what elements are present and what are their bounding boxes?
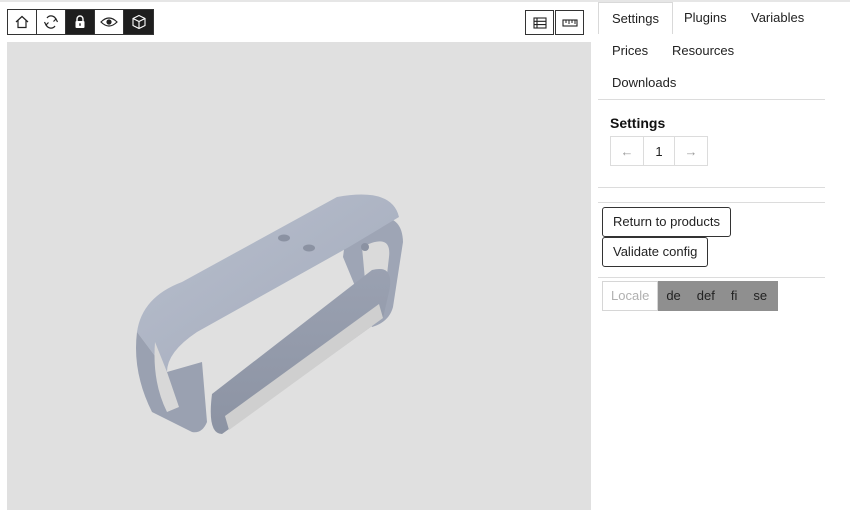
cube-icon <box>131 14 146 30</box>
viewer-toolbar-right <box>525 10 584 35</box>
home-button[interactable] <box>8 10 37 34</box>
divider <box>598 99 825 100</box>
refresh-icon <box>43 15 59 29</box>
lock-button[interactable] <box>66 10 95 34</box>
refresh-button[interactable] <box>37 10 66 34</box>
divider <box>598 202 825 203</box>
locale-options: de def fi se <box>658 281 779 311</box>
tab-settings[interactable]: Settings <box>598 2 673 34</box>
bracket-hole <box>303 244 315 252</box>
validate-config-button[interactable]: Validate config <box>602 237 709 267</box>
arrow-right-icon: → <box>684 143 698 159</box>
divider <box>598 187 825 188</box>
ruler-icon <box>561 18 578 27</box>
model-render <box>136 194 403 434</box>
locale-label: Locale <box>602 281 659 311</box>
locale-option-de[interactable]: de <box>658 281 688 311</box>
tab-resources[interactable]: Resources <box>659 35 747 67</box>
viewer-toolbar <box>7 9 154 35</box>
3d-viewer-canvas[interactable] <box>7 42 591 510</box>
tab-downloads[interactable]: Downloads <box>599 67 689 99</box>
current-page: 1 <box>643 137 675 165</box>
list-button[interactable] <box>525 10 554 35</box>
list-icon <box>532 16 547 29</box>
pagination: ← 1 → <box>610 136 708 166</box>
tab-prices[interactable]: Prices <box>599 35 661 67</box>
eye-icon <box>100 17 118 27</box>
visibility-button[interactable] <box>95 10 124 34</box>
locale-selector: Locale de def fi se <box>602 281 779 311</box>
arrow-left-icon: ← <box>620 143 634 159</box>
locale-option-se[interactable]: se <box>745 281 775 311</box>
tab-plugins[interactable]: Plugins <box>671 2 740 34</box>
settings-title: Settings <box>610 115 666 131</box>
next-page-button[interactable]: → <box>675 137 707 165</box>
measure-button[interactable] <box>555 10 584 35</box>
locale-option-fi[interactable]: fi <box>723 281 746 311</box>
locale-option-def[interactable]: def <box>689 281 723 311</box>
tab-variables[interactable]: Variables <box>738 2 817 34</box>
lock-icon <box>75 15 85 28</box>
divider <box>598 277 825 278</box>
bracket-hole <box>278 234 290 242</box>
return-to-products-button[interactable]: Return to products <box>602 207 731 237</box>
previous-page-button[interactable]: ← <box>611 137 643 165</box>
home-icon <box>15 15 29 29</box>
cube-view-button[interactable] <box>124 10 153 34</box>
bracket-hole <box>361 243 369 251</box>
